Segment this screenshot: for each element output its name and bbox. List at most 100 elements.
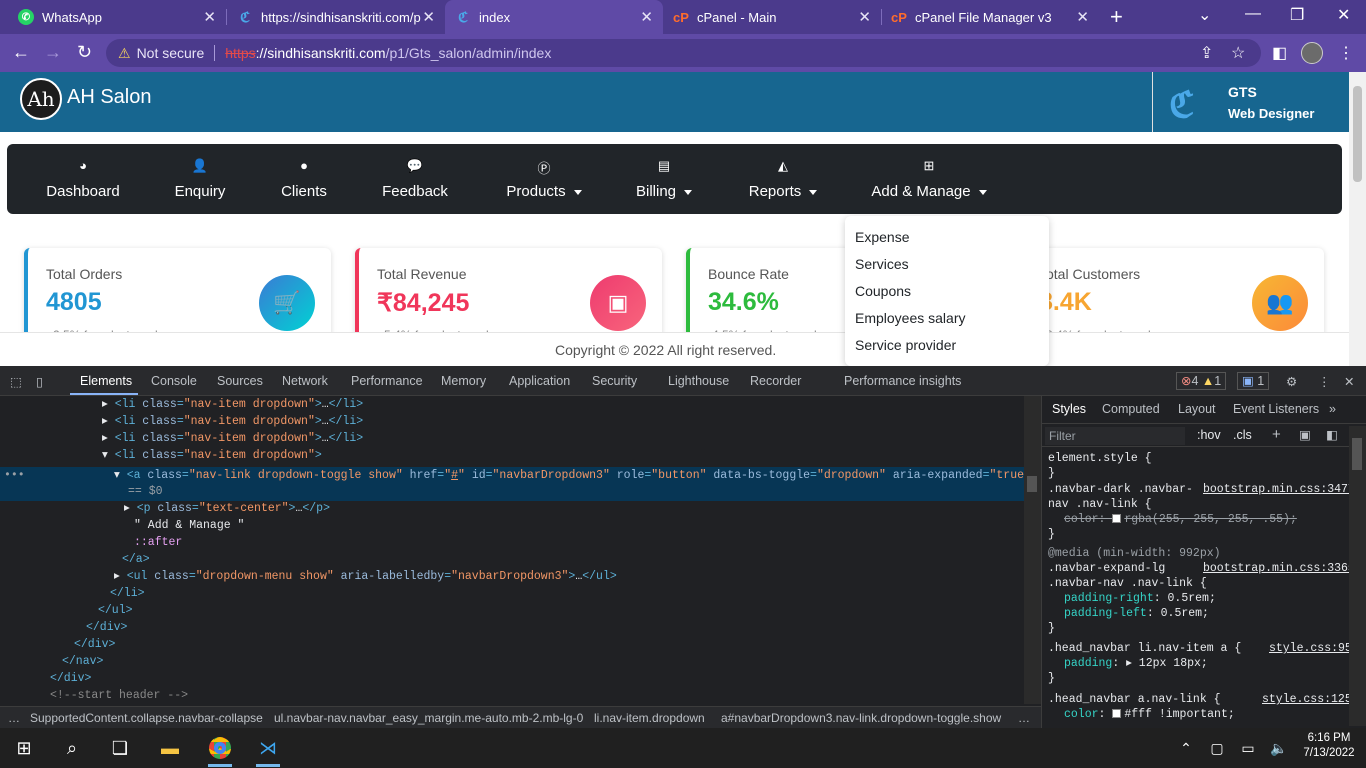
dom-node-close[interactable]: </li> (110, 585, 145, 602)
dom-node[interactable]: ▸ <li class="nav-item dropdown">…</li> (102, 396, 363, 413)
styles-tab-event-listeners[interactable]: Event Listeners (1233, 402, 1319, 416)
brand-name[interactable]: AH Salon (67, 86, 152, 109)
tab-sindhisanskriti[interactable]: ℭ https://sindhisanskriti.com/p ✕ (227, 0, 445, 34)
tab-cpanel-main[interactable]: cP cPanel - Main ✕ (663, 0, 881, 34)
tab-cpanel-file-manager[interactable]: cP cPanel File Manager v3 ✕ (881, 0, 1099, 34)
color-swatch[interactable] (1112, 709, 1122, 719)
dom-node[interactable]: ▸ <li class="nav-item dropdown">…</li> (102, 430, 363, 447)
scrollbar-thumb[interactable] (1027, 476, 1037, 492)
share-icon[interactable]: ⇪ (1200, 43, 1213, 63)
dom-node[interactable]: ▸ <p class="text-center">…</p> (124, 500, 330, 517)
dom-node-close[interactable]: </a> (122, 551, 150, 568)
devtools-tab-performance[interactable]: Performance (351, 374, 423, 388)
dropdown-item-employees-salary[interactable]: Employees salary (855, 310, 966, 326)
dropdown-item-coupons[interactable]: Coupons (855, 283, 911, 299)
nav-enquiry[interactable]: 👤 Enquiry (170, 144, 230, 214)
devtools-tab-network[interactable]: Network (282, 374, 328, 388)
devtools-tab-lighthouse[interactable]: Lighthouse (668, 374, 729, 388)
battery-icon[interactable]: ▭ (1236, 736, 1260, 760)
dom-node[interactable]: ▸ <ul class="dropdown-menu show" aria-la… (114, 568, 617, 585)
back-icon[interactable]: ← (12, 42, 30, 63)
devtools-tab-security[interactable]: Security (592, 374, 637, 388)
page-scrollbar[interactable] (1349, 72, 1366, 366)
close-devtools-icon[interactable]: ✕ (1344, 374, 1354, 389)
style-rule-head-navbar-a[interactable]: .head_navbar a.nav-link {style.css:125 (1048, 692, 1352, 707)
devtools-tab-performance-insights[interactable]: Performance insights (844, 374, 961, 388)
style-rule-navbar-expand[interactable]: .navbar-expand-lg bootstrap.min.css:3365 (1048, 561, 1355, 576)
new-tab-button[interactable]: + (1110, 4, 1123, 30)
paint-icon[interactable]: ▣ (1299, 427, 1311, 442)
hover-state-toggle[interactable]: :hov (1197, 428, 1221, 442)
salon-logo[interactable]: Ah (20, 78, 62, 120)
sidebar-toggle-icon[interactable]: ◧ (1326, 427, 1338, 442)
devtools-tab-console[interactable]: Console (151, 374, 197, 388)
devtools-tab-recorder[interactable]: Recorder (750, 374, 801, 388)
dom-node[interactable]: ▸ <li class="nav-item dropdown">…</li> (102, 413, 363, 430)
vscode-icon[interactable]: ⋊ (256, 736, 280, 767)
dom-node-close[interactable]: </div> (74, 636, 115, 653)
pseudo-element[interactable]: ::after (134, 534, 182, 551)
task-view-icon[interactable]: ❏ (108, 736, 132, 760)
add-rule-icon[interactable]: + (1272, 426, 1281, 443)
partner-badge[interactable]: ℭ GTS Web Designer (1152, 72, 1349, 132)
address-bar[interactable]: ⚠ Not secure https://sindhisanskriti.com… (106, 39, 1261, 67)
nav-clients[interactable]: ● Clients (277, 144, 331, 214)
close-window-icon[interactable]: ✕ (1337, 5, 1350, 25)
styles-tab-styles[interactable]: Styles (1052, 402, 1086, 416)
breadcrumb-item[interactable]: ul.navbar-nav.navbar_easy_margin.me-auto… (274, 711, 583, 725)
warning-icon[interactable]: ⚠ (118, 45, 131, 62)
issues-counter[interactable]: ⊗4 ▲1 (1176, 372, 1227, 390)
dom-node-close[interactable]: </nav> (62, 653, 103, 670)
messages-counter[interactable]: ▣ 1 (1237, 372, 1270, 390)
nav-dashboard[interactable]: ◕ Dashboard (45, 144, 121, 214)
rule-source-link[interactable]: bootstrap.min.css:3477 (1203, 482, 1355, 497)
dom-comment[interactable]: <!--start header --> (50, 687, 188, 704)
style-rule-element[interactable]: element.style { (1048, 451, 1152, 466)
styles-tab-computed[interactable]: Computed (1102, 402, 1160, 416)
declaration[interactable]: padding-left: 0.5rem; (1064, 606, 1209, 621)
profile-avatar[interactable] (1301, 42, 1323, 64)
declaration[interactable]: color: #fff !important; (1064, 707, 1235, 722)
search-icon[interactable]: ⌕ (60, 736, 84, 760)
dropdown-item-expense[interactable]: Expense (855, 229, 909, 245)
menu-kebab-icon[interactable]: ⋮ (1338, 43, 1354, 63)
styles-filter-input[interactable]: Filter (1045, 427, 1185, 445)
nav-add-manage[interactable]: ⊞ Add & Manage (869, 144, 989, 214)
close-icon[interactable]: ✕ (640, 8, 653, 26)
devtools-tab-elements[interactable]: Elements (80, 374, 132, 388)
minimize-icon[interactable]: — (1245, 5, 1261, 23)
close-icon[interactable]: ✕ (422, 8, 435, 26)
text-node[interactable]: " Add & Manage " (134, 517, 244, 534)
dom-node-close[interactable]: </ul> (98, 602, 133, 619)
breadcrumb-ellipsis[interactable]: … (1018, 711, 1030, 725)
node-ellipsis[interactable]: ••• (4, 467, 25, 484)
dropdown-item-services[interactable]: Services (855, 256, 909, 272)
side-panel-icon[interactable]: ◧ (1272, 43, 1287, 63)
nav-products[interactable]: Ⓟ Products (501, 144, 587, 214)
styles-scrollbar[interactable] (1349, 426, 1366, 726)
inspect-element-icon[interactable]: ⬚ (10, 374, 22, 389)
declaration[interactable]: padding: ▸ 12px 18px; (1064, 656, 1208, 671)
rule-source-link[interactable]: style.css:95 (1269, 641, 1352, 656)
device-toolbar-icon[interactable]: ▯ (36, 374, 43, 389)
chrome-icon[interactable] (208, 736, 232, 767)
tab-index[interactable]: ℭ index ✕ (445, 0, 663, 34)
dropdown-item-service-provider[interactable]: Service provider (855, 337, 956, 353)
more-tabs-icon[interactable]: » (1329, 402, 1336, 416)
device-icon[interactable]: ▢ (1205, 736, 1229, 760)
close-icon[interactable]: ✕ (203, 8, 216, 26)
rule-source-link[interactable]: bootstrap.min.css:3365 (1203, 561, 1355, 576)
breadcrumb-item[interactable]: li.nav-item.dropdown (594, 711, 705, 725)
elements-tree[interactable]: ▸ <li class="nav-item dropdown">…</li> ▸… (0, 396, 1038, 704)
declaration[interactable]: padding-right: 0.5rem; (1064, 591, 1216, 606)
style-rule-navbar-dark[interactable]: .navbar-dark .navbar-bootstrap.min.css:3… (1048, 482, 1355, 497)
breadcrumb-ellipsis[interactable]: … (8, 711, 20, 725)
close-icon[interactable]: ✕ (1076, 8, 1089, 26)
restore-icon[interactable]: ❐ (1290, 5, 1304, 25)
volume-icon[interactable]: 🔈 (1267, 736, 1291, 760)
dom-node[interactable]: ▾ <li class="nav-item dropdown"> (102, 447, 322, 464)
scrollbar-thumb[interactable] (1352, 438, 1362, 470)
breadcrumb-item[interactable]: SupportedContent.collapse.navbar-collaps… (30, 711, 263, 725)
color-swatch[interactable] (1112, 514, 1122, 524)
file-explorer-icon[interactable]: ▬ (158, 736, 182, 760)
